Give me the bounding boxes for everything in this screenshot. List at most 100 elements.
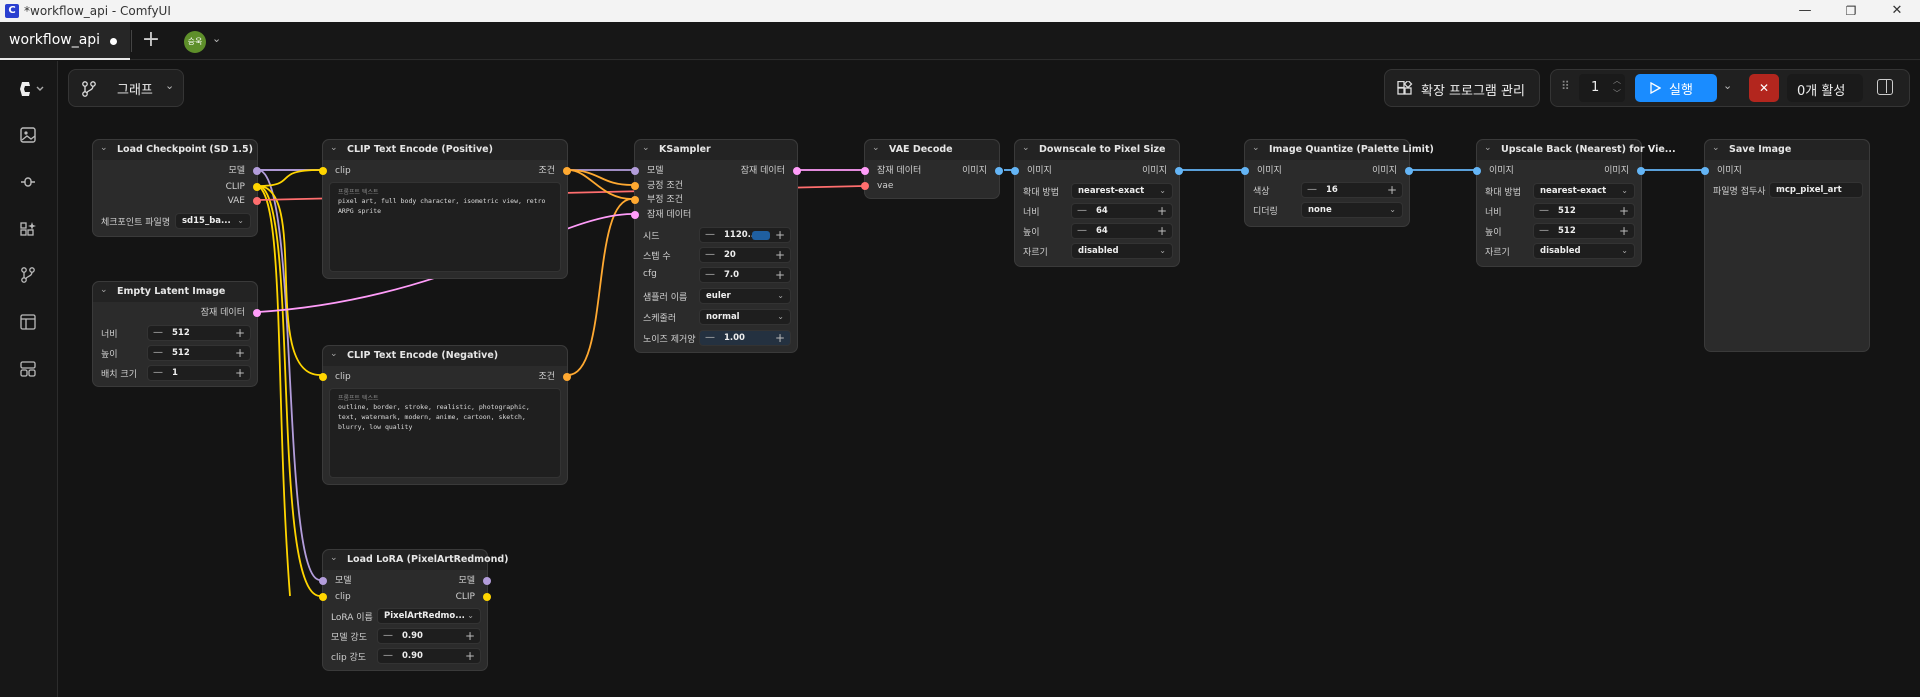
node-header[interactable]: ⌄ Load LoRA (PixelArtRedmond) [323,550,509,570]
slot-dot[interactable] [319,577,327,585]
maximize-button[interactable]: ❐ [1828,0,1874,22]
collapse-chevron-icon[interactable]: ⌄ [1022,143,1030,153]
cancel-button[interactable]: ✕ [1749,74,1779,102]
graph-mode-button[interactable]: 그래프 ⌄ [68,69,184,107]
slot-dot[interactable] [319,167,327,175]
node-save-image[interactable]: ⌄ Save Image 이미지 파일명 접두사 mcp_pixel_art [1701,139,1870,352]
combo-box[interactable]: none ⌄ [1301,202,1403,218]
decrement-icon[interactable]: ﹀ [1613,88,1621,99]
slot-dot[interactable] [1473,167,1481,175]
collapse-chevron-icon[interactable]: ⌄ [1484,143,1492,153]
node-clip-positive[interactable]: ⌄ CLIP Text Encode (Positive) clip 조건 프롬프… [319,139,571,279]
minus-icon[interactable]: — [153,347,163,358]
run-button[interactable]: 실행 [1635,74,1717,102]
output-image[interactable]: 이미지 [1142,165,1183,177]
number-box[interactable]: — 1 + [147,365,251,381]
prompt-textarea[interactable]: 프롬프트 텍스트 outline, border, stroke, realis… [329,388,561,478]
node-image-quantize[interactable]: ⌄ Image Quantize (Palette Limit) 이미지 이미지 … [1241,139,1434,227]
minus-icon[interactable]: — [1307,184,1317,195]
workflows-icon[interactable] [17,265,39,287]
height-widget[interactable]: 높이 — 64 + [1021,223,1173,239]
output-conditioning[interactable]: 조건 [538,371,571,383]
minus-icon[interactable]: — [705,332,715,343]
width-widget[interactable]: 너비 — 64 + [1021,203,1173,219]
combo-box[interactable]: normal ⌄ [699,309,791,325]
plus-icon[interactable]: + [465,649,475,663]
number-box[interactable]: — 20 + [699,247,791,263]
slot-dot[interactable] [483,577,491,585]
number-box[interactable]: — 512 + [147,345,251,361]
slot-dot[interactable] [1637,167,1645,175]
slot-dot[interactable] [1405,167,1413,175]
chevron-down-icon[interactable]: ⌄ [212,32,221,45]
minus-icon[interactable]: — [383,630,393,641]
node-upscale-back[interactable]: ⌄ Upscale Back (Nearest) for Vie... 이미지 이… [1473,139,1676,267]
cfg-widget[interactable]: cfg — 7.0 + [641,267,791,283]
number-box[interactable]: — 1.00 + [699,330,791,346]
output-model[interactable]: 모델 [228,165,261,177]
slot-dot[interactable] [861,167,869,175]
slot-dot[interactable] [319,373,327,381]
node-vae-decode[interactable]: ⌄ VAE Decode 잠재 데이터 vae 이미지 [861,139,1003,199]
output-image[interactable]: 이미지 [1372,165,1413,177]
node-downscale[interactable]: ⌄ Downscale to Pixel Size 이미지 이미지 확대 방법 ne… [1011,139,1183,267]
collapse-chevron-icon[interactable]: ⌄ [872,143,880,153]
sampler-widget[interactable]: 샘플러 이름 euler ⌄ [641,288,791,304]
input-image[interactable]: 이미지 [1011,165,1052,177]
collapse-chevron-icon[interactable]: ⌄ [330,349,338,359]
plus-icon[interactable]: + [1387,183,1397,197]
node-header[interactable]: ⌄ KSampler [635,140,797,160]
extensions-button[interactable]: 확장 프로그램 관리 [1384,69,1540,107]
seed-control-icon[interactable] [752,231,770,240]
crop-widget[interactable]: 자르기 disabled ⌄ [1483,243,1635,259]
width-widget[interactable]: 너비 — 512 + [99,325,251,341]
node-empty-latent[interactable]: ⌄ Empty Latent Image 잠재 데이터 너비 — 512 + 높이 — 51… [92,281,261,387]
minus-icon[interactable]: — [1539,205,1549,216]
plus-icon[interactable]: + [775,228,785,242]
number-box[interactable]: — 64 + [1071,223,1173,239]
plus-icon[interactable]: + [465,629,475,643]
combo-box[interactable]: disabled ⌄ [1533,243,1635,259]
checkpoint-widget[interactable]: 체크포인트 파일명 sd15_ba... ⌄ [99,213,251,229]
output-image[interactable]: 이미지 [1604,165,1645,177]
close-button[interactable]: ✕ [1874,0,1920,22]
minus-icon[interactable]: — [1077,225,1087,236]
prompt-textarea[interactable]: 프롬프트 텍스트 pixel art, full body character,… [329,182,561,272]
combo-box[interactable]: euler ⌄ [699,288,791,304]
minus-icon[interactable]: — [705,269,715,280]
number-box[interactable]: — 0.90 + [377,648,481,664]
tab-workflow[interactable]: workflow_api [0,22,130,60]
increment-icon[interactable]: ︿ [1613,75,1621,86]
clip-strength-widget[interactable]: clip 강도 — 0.90 + [329,648,481,664]
templates-icon[interactable] [17,312,39,334]
height-widget[interactable]: 높이 — 512 + [1483,223,1635,239]
input-clip[interactable]: clip [319,591,351,603]
node-header[interactable]: ⌄ CLIP Text Encode (Negative) [323,346,567,366]
output-latent[interactable]: 잠재 데이터 [741,165,801,177]
slot-dot[interactable] [631,211,639,219]
plus-icon[interactable]: + [775,268,785,282]
minus-icon[interactable]: — [153,327,163,338]
slot-dot[interactable] [631,167,639,175]
dither-widget[interactable]: 디더링 none ⌄ [1251,202,1403,218]
batch-widget[interactable]: 배치 크기 — 1 + [99,365,251,381]
output-clip[interactable]: CLIP [456,591,491,603]
node-header[interactable]: ⌄ CLIP Text Encode (Positive) [323,140,567,160]
slot-dot[interactable] [253,309,261,317]
crop-widget[interactable]: 자르기 disabled ⌄ [1021,243,1173,259]
lora-name-widget[interactable]: LoRA 이름 PixelArtRedmo... ⌄ [329,608,481,624]
slot-dot[interactable] [319,593,327,601]
active-jobs-button[interactable]: 0개 활성 [1787,74,1863,102]
width-widget[interactable]: 너비 — 512 + [1483,203,1635,219]
slot-dot[interactable] [631,196,639,204]
plus-icon[interactable]: + [1157,224,1167,238]
slot-dot[interactable] [995,167,1003,175]
node-header[interactable]: ⌄ Image Quantize (Palette Limit) [1245,140,1434,160]
queue-count-input[interactable]: 1 ︿ ﹀ [1579,74,1625,102]
plus-icon[interactable]: + [1157,204,1167,218]
number-box[interactable]: — 512 + [147,325,251,341]
node-header[interactable]: ⌄ Upscale Back (Nearest) for Vie... [1477,140,1676,160]
input-clip[interactable]: clip [319,371,351,383]
new-tab-button[interactable]: + [138,28,164,54]
collapse-chevron-icon[interactable]: ⌄ [100,285,108,295]
